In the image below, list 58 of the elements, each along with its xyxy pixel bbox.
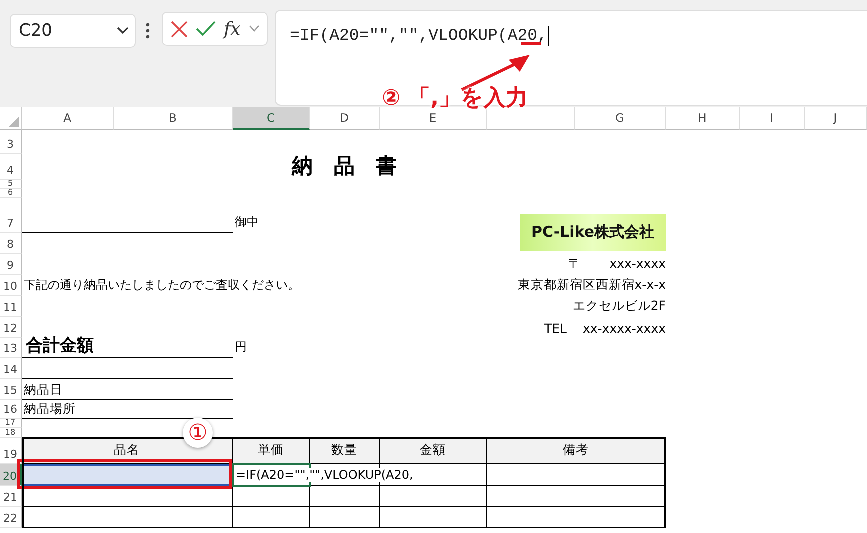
column-header[interactable]: E (429, 111, 437, 125)
column-header[interactable]: I (770, 111, 774, 125)
row-header[interactable]: 16 (0, 400, 22, 419)
row-header[interactable]: 21 (0, 486, 22, 507)
total-amount-label: 合計金額 (22, 338, 233, 358)
delivery-date-label: 納品日 (22, 379, 233, 400)
chevron-down-icon[interactable] (248, 25, 260, 33)
row-header[interactable]: 14 (0, 358, 22, 379)
table-header: 金額 (380, 438, 487, 464)
table-header: 備考 (487, 438, 666, 464)
row-header[interactable]: 8 (0, 233, 22, 254)
column-header[interactable]: H (698, 111, 707, 125)
column-header[interactable]: B (169, 111, 177, 125)
yen-label: 円 (234, 339, 248, 356)
row-header[interactable]: 5 (0, 180, 22, 189)
row-header[interactable]: 18 (0, 428, 22, 438)
table-header: 単価 (233, 438, 310, 464)
recipient-suffix: 御中 (234, 214, 260, 231)
more-icon[interactable] (146, 23, 150, 39)
address-text: 東京都新宿区西新宿x-x-x (518, 277, 666, 294)
postal-code: xxx-xxxx (610, 256, 666, 273)
row-header[interactable]: 9 (0, 254, 22, 275)
formula-text: =IF(A20="","",VLOOKUP(A20, (236, 468, 414, 482)
tel-number: xx-xxxx-xxxx (583, 321, 666, 336)
company-logo: PC-Like株式会社 (520, 214, 666, 251)
row-header[interactable]: 17 (0, 419, 22, 428)
tel-label: TEL (544, 321, 567, 336)
name-box[interactable]: C20 (10, 14, 136, 48)
cancel-icon[interactable] (171, 20, 188, 38)
row-header[interactable]: 10 (0, 275, 22, 296)
row-header[interactable]: 3 (0, 130, 22, 154)
row-header[interactable]: 13 (0, 338, 22, 358)
column-header[interactable]: A (64, 111, 72, 125)
row-header[interactable]: 7 (0, 198, 22, 233)
select-all-icon[interactable] (9, 117, 19, 127)
column-header[interactable]: D (340, 111, 349, 125)
delivery-place-label: 納品場所 (22, 400, 233, 419)
insert-function-button[interactable]: fx (224, 18, 241, 40)
row-header[interactable]: 19 (0, 438, 22, 464)
check-icon[interactable] (196, 21, 216, 37)
row-header[interactable]: 6 (0, 189, 22, 198)
building-text: エクセルビル2F (572, 298, 666, 315)
chevron-down-icon (117, 27, 129, 35)
row-header[interactable]: 11 (0, 296, 22, 317)
document-title: 納 品 書 (292, 153, 397, 180)
row-header[interactable]: 22 (0, 507, 22, 528)
column-header[interactable]: J (834, 111, 838, 125)
cursor-underline (521, 42, 541, 46)
message-text: 下記の通り納品いたしましたのでご査収ください。 (23, 277, 301, 294)
table-header: 数量 (310, 438, 380, 464)
column-header[interactable]: G (616, 111, 624, 125)
column-header[interactable]: C (266, 110, 276, 124)
postal-mark: 〒 (568, 256, 582, 273)
row-header[interactable]: 4 (0, 154, 22, 180)
table-cell (310, 486, 380, 507)
row-header[interactable]: 15 (0, 379, 22, 400)
table-cell (310, 507, 380, 528)
row-header[interactable]: 12 (0, 317, 22, 338)
